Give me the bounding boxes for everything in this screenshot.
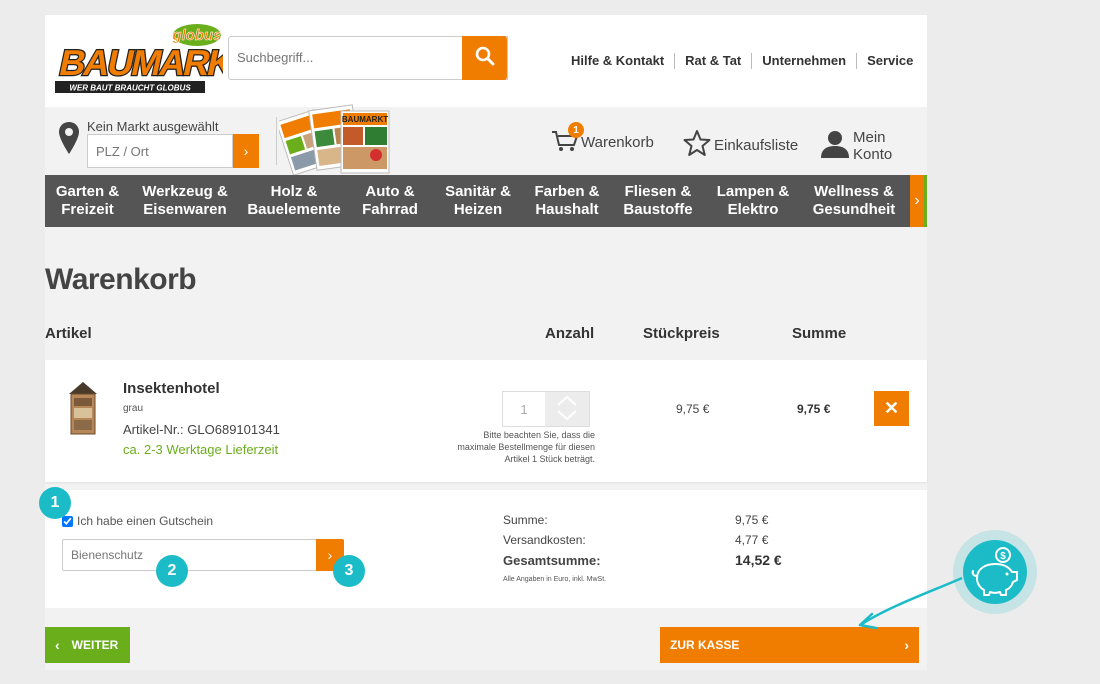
nav-item-wellness-gesundheit[interactable]: Wellness & Gesundheit (800, 175, 908, 227)
page-title: Warenkorb (45, 263, 197, 296)
product-article-number: Artikel-Nr.: GLO689101341 (123, 422, 280, 437)
nav-item-lampen-elektro[interactable]: Lampen & Elektro (706, 175, 800, 227)
voucher-checkbox-row[interactable]: Ich habe einen Gutschein (62, 514, 213, 528)
link-unternehmen[interactable]: Unternehmen (751, 53, 856, 69)
link-rat-tat[interactable]: Rat & Tat (674, 53, 751, 69)
cart-icon: 1 (551, 122, 584, 155)
annotation-step-2: 2 (156, 555, 188, 587)
nav-item-werkzeug-eisenwaren[interactable]: Werkzeug & Eisenwaren (130, 175, 240, 227)
nav-item-holz-bauelemente[interactable]: Holz & Bauelemente (240, 175, 348, 227)
quantity-step-buttons[interactable] (545, 392, 589, 426)
shopping-list-link[interactable]: Einkaufsliste (683, 129, 798, 161)
svg-text:BAUMARKT: BAUMARKT (56, 42, 223, 83)
quantity-input[interactable] (503, 392, 545, 426)
voucher-box (62, 539, 317, 571)
nav-item-auto-fahrrad[interactable]: Auto & Fahrrad (348, 175, 432, 227)
grand-total-label: Gesamtsumme: (503, 553, 601, 568)
search-input[interactable] (229, 37, 459, 77)
column-header-article: Artikel (45, 325, 92, 342)
nav-scroll-right-button[interactable]: › (910, 175, 927, 227)
cart-item: Insektenhotel grau Artikel-Nr.: GLO68910… (45, 360, 927, 482)
annotation-step-3: 3 (333, 555, 365, 587)
price-note: Alle Angaben in Euro, inkl. MwSt. (503, 576, 607, 583)
unit-price: 9,75 € (676, 402, 710, 416)
category-nav: Garten & Freizeit Werkzeug & Eisenwaren Ho… (45, 175, 927, 227)
summary-panel: Ich habe einen Gutschein › Summe: 9,75 €… (45, 490, 927, 608)
grand-total-value: 14,52 € (735, 552, 782, 568)
continue-shopping-button[interactable]: ‹ WEITER (45, 627, 130, 663)
voucher-checkbox-label: Ich habe einen Gutschein (77, 514, 214, 528)
delivery-time: ca. 2-3 Werktage Lieferzeit (123, 442, 279, 457)
chevron-left-icon: ‹ (55, 637, 60, 653)
cart-link[interactable]: 1 Warenkorb (551, 122, 654, 155)
product-image[interactable] (63, 380, 103, 436)
annotation-arrow (858, 576, 963, 630)
column-header-quantity: Anzahl (545, 325, 595, 342)
svg-text:$: $ (1000, 551, 1006, 562)
voucher-checkbox[interactable] (62, 515, 73, 527)
savings-badge: $ (953, 530, 1037, 614)
chevron-up-icon (556, 395, 578, 409)
piggy-bank-icon: $ (963, 540, 1027, 604)
column-header-sum: Summe (792, 325, 847, 342)
search-icon (475, 46, 495, 71)
quantity-stepper (502, 391, 590, 427)
annotation-step-1: 1 (39, 487, 71, 519)
chevron-right-icon: › (327, 547, 333, 563)
user-icon (821, 130, 849, 162)
svg-text:BAUMARKT: BAUMARKT (342, 115, 388, 124)
divider (276, 117, 277, 165)
link-hilfe-kontakt[interactable]: Hilfe & Kontakt (571, 53, 674, 69)
item-total: 9,75 € (797, 402, 831, 416)
logo[interactable]: globus BAUMARKT WER BAUT BRAUCHT GLOBUS (51, 21, 259, 95)
cart-count-badge: 1 (568, 122, 584, 138)
store-bar: Kein Markt ausgewählt › BAUMARKT 1 (45, 104, 927, 176)
shipping-value: 4,77 € (735, 533, 769, 547)
link-service[interactable]: Service (856, 53, 923, 69)
continue-shopping-label: WEITER (71, 638, 119, 652)
product-name[interactable]: Insektenhotel (123, 380, 220, 397)
quantity-note: Bitte beachten Sie, dass die maximale Be… (457, 430, 595, 464)
subtotal-value: 9,75 € (735, 513, 769, 527)
subtotal-label: Summe: (503, 513, 548, 527)
remove-item-button[interactable]: ✕ (874, 391, 909, 426)
nav-item-farben-haushalt[interactable]: Farben & Haushalt (524, 175, 610, 227)
shopping-list-label: Einkaufsliste (714, 136, 799, 154)
svg-text:WER BAUT BRAUCHT GLOBUS: WER BAUT BRAUCHT GLOBUS (69, 84, 191, 93)
nav-item-sanitaer-heizen[interactable]: Sanitär & Heizen (432, 175, 524, 227)
location-pin-icon (58, 121, 80, 160)
chevron-right-icon: › (914, 192, 920, 209)
close-icon: ✕ (883, 398, 900, 418)
chevron-right-icon: › (243, 143, 249, 159)
cart-label: Warenkorb (581, 133, 654, 151)
plz-box (87, 134, 233, 168)
top-links: Hilfe & Kontakt Rat & Tat Unternehmen Se… (571, 53, 923, 69)
account-link[interactable]: Mein Konto (821, 129, 927, 163)
brochure-image[interactable]: BAUMARKT (275, 95, 391, 176)
plz-input[interactable] (88, 135, 228, 167)
site-header: globus BAUMARKT WER BAUT BRAUCHT GLOBUS … (45, 15, 927, 107)
plz-submit-button[interactable]: › (233, 134, 259, 168)
shipping-label: Versandkosten: (503, 533, 586, 547)
nav-item-fliesen-baustoffe[interactable]: Fliesen & Baustoffe (610, 175, 706, 227)
search-button[interactable] (462, 36, 507, 80)
account-label: Mein Konto (853, 129, 893, 163)
nav-item-garten-freizeit[interactable]: Garten & Freizeit (45, 175, 130, 227)
store-label: Kein Markt ausgewählt (87, 119, 219, 134)
column-header-unit-price: Stückpreis (643, 325, 720, 342)
chevron-down-icon (556, 409, 578, 423)
product-variant: grau (123, 403, 144, 414)
star-icon (683, 129, 711, 161)
checkout-label: ZUR KASSE (670, 638, 740, 652)
